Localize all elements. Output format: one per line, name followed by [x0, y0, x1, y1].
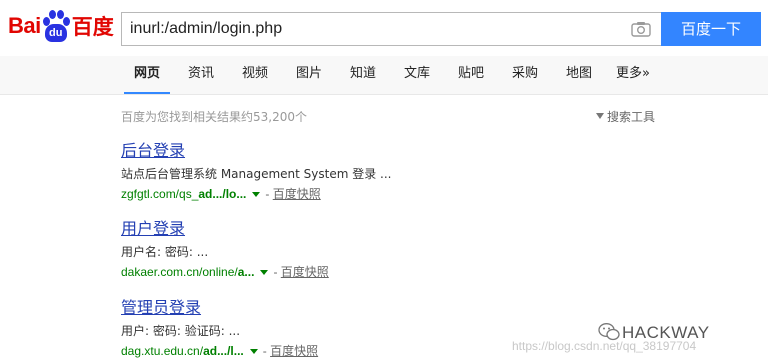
camera-icon[interactable] [631, 21, 651, 37]
result-title-link[interactable]: 管理员登录 [121, 297, 681, 319]
logo-text-du: du [44, 24, 67, 42]
search-tools-label: 搜索工具 [607, 110, 656, 124]
baidu-logo[interactable]: Bai du 百度 [8, 6, 114, 46]
tab-zhidao[interactable]: 知道 [350, 56, 376, 94]
result-abstract: 用户名: 密码: ... [121, 245, 209, 259]
funnel-icon [596, 113, 604, 119]
tab-images[interactable]: 图片 [296, 56, 322, 94]
tab-map[interactable]: 地图 [566, 56, 592, 94]
result-abstract: 用户: 密码: 验证码: ... [121, 324, 241, 338]
result-url-domain: dag.xtu.edu.cn/ [121, 344, 204, 358]
csdn-watermark: https://blog.csdn.net/qq_38197704 [512, 339, 697, 353]
url-dropdown-icon[interactable] [260, 269, 269, 275]
search-tools-button[interactable]: 搜索工具 [596, 108, 655, 125]
logo-text-bai: Bai [8, 13, 41, 38]
search-button[interactable]: 百度一下 [661, 12, 761, 46]
tab-video[interactable]: 视频 [242, 56, 268, 94]
result-title-link[interactable]: 后台登录 [121, 140, 681, 162]
tab-tieba[interactable]: 贴吧 [458, 56, 484, 94]
url-separator: - [262, 344, 267, 358]
paw-icon: du [42, 9, 70, 43]
search-result: 后台登录 站点后台管理系统 Management System 登录 ... z… [121, 140, 681, 203]
tab-purchase[interactable]: 采购 [512, 56, 538, 94]
result-abstract: 站点后台管理系统 Management System 登录 ... [121, 167, 392, 181]
nav-tabs: 网页 资讯 视频 图片 知道 文库 贴吧 采购 地图 更多» [0, 56, 768, 95]
result-url[interactable]: dakaer.com.cn/online/a... - 百度快照 [121, 263, 681, 281]
url-dropdown-icon[interactable] [252, 191, 261, 197]
result-url-domain: zgfgtl.com/qs_ [121, 187, 199, 201]
result-url-bold: a... [237, 265, 255, 279]
tab-web[interactable]: 网页 [123, 56, 171, 94]
result-url-bold: ad.../l... [203, 344, 244, 358]
result-title-link[interactable]: 用户登录 [121, 218, 681, 240]
url-dropdown-icon[interactable] [249, 348, 258, 354]
result-url-bold: ad.../lo... [198, 187, 247, 201]
snapshot-link[interactable]: 百度快照 [281, 265, 329, 279]
tab-more[interactable]: 更多» [616, 56, 650, 94]
result-url-domain: dakaer.com.cn/online/ [121, 265, 238, 279]
tab-wenku[interactable]: 文库 [404, 56, 430, 94]
header: Bai du 百度 inurl:/admin/login.php 百度一下 [0, 0, 768, 56]
snapshot-link[interactable]: 百度快照 [270, 344, 318, 358]
url-separator: - [265, 187, 270, 201]
search-result: 用户登录 用户名: 密码: ... dakaer.com.cn/online/a… [121, 218, 681, 281]
tab-news[interactable]: 资讯 [188, 56, 214, 94]
result-url[interactable]: zgfgtl.com/qs_ad.../lo... - 百度快照 [121, 185, 681, 203]
url-separator: - [273, 265, 278, 279]
search-input[interactable]: inurl:/admin/login.php [130, 13, 282, 45]
search-box[interactable]: inurl:/admin/login.php [121, 12, 661, 46]
logo-text-baidu-cn: 百度 [71, 15, 114, 39]
snapshot-link[interactable]: 百度快照 [273, 187, 321, 201]
result-count: 百度为您找到相关结果约53,200个 [121, 110, 307, 124]
